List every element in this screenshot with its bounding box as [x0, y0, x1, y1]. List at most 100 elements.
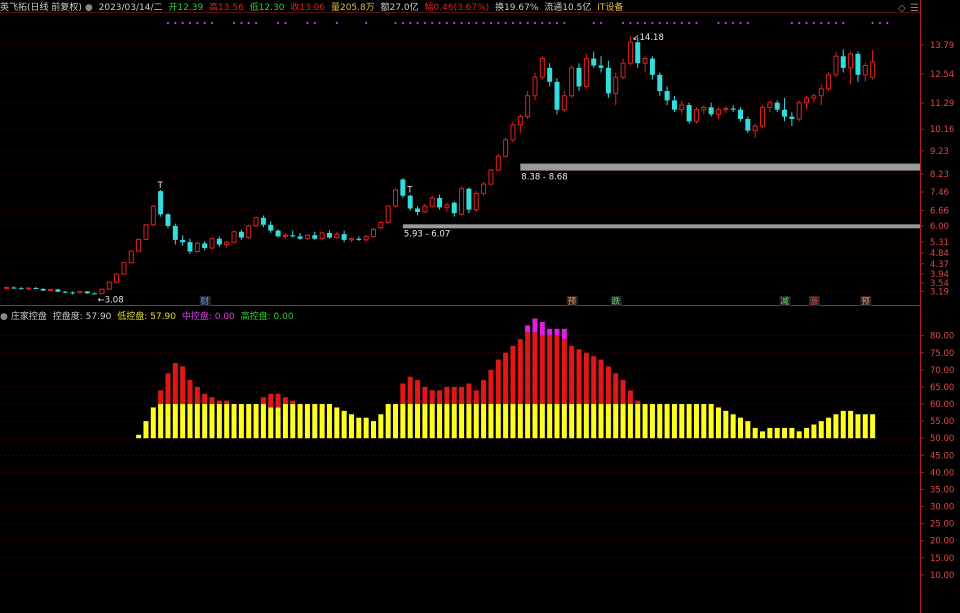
candle-body [730, 108, 736, 110]
price-tick-label: 10.16 [930, 125, 954, 135]
mid-control-bar [202, 393, 208, 405]
signal-dot [519, 21, 522, 25]
candle-body [782, 109, 788, 117]
candle-body [701, 106, 707, 111]
event-marker: 跌 [612, 296, 621, 307]
candle-body [686, 105, 692, 122]
chart-canvas[interactable]: ◇ ☰ 13.79 12.54 11.29 10.16 9.23 8.23 7.46 6.66 6… [0, 0, 960, 613]
low-control-bar [525, 404, 531, 439]
mid-control-bar [591, 356, 597, 405]
low-control-bar [811, 424, 817, 439]
low-control-bar [356, 417, 362, 439]
candle-body [657, 74, 663, 92]
low-control-bar [194, 404, 200, 439]
signal-dot [643, 21, 647, 25]
mid-control-bar [444, 386, 450, 405]
candle-body [70, 292, 76, 294]
low-control-bar [855, 414, 861, 439]
candle-body [451, 202, 457, 214]
low-control-bar [605, 404, 611, 439]
low-control-bar [686, 404, 692, 439]
candle-body [33, 288, 39, 290]
low-control-bar [826, 417, 832, 439]
control-bar-series [136, 318, 876, 439]
signal-dot [688, 21, 691, 25]
indicator-tick-label: 75.00 [930, 349, 954, 359]
event-marker: 减 [781, 296, 790, 307]
mid-control-bar [503, 352, 509, 405]
low-control-bar [429, 404, 435, 439]
candle-body [752, 125, 758, 132]
signal-dot [365, 21, 368, 25]
low-control-bar [290, 404, 296, 439]
signal-dot [798, 21, 801, 25]
signal-dot [636, 21, 639, 25]
signal-dot [563, 21, 566, 25]
low-control-bar [363, 417, 369, 439]
candle-body [583, 58, 589, 87]
low-control-bar [297, 404, 303, 439]
signal-dot [497, 21, 500, 25]
candle-body [92, 293, 98, 295]
candle-body [532, 76, 538, 97]
candle-body [708, 107, 714, 115]
low-control-bar [371, 421, 376, 439]
signal-dot [878, 21, 882, 25]
mid-control-bar [481, 380, 487, 405]
candle-body [238, 231, 244, 238]
price-tick-label: 13.79 [930, 41, 954, 51]
candle-body [371, 228, 376, 237]
price-tick-label: 5.31 [930, 238, 949, 248]
mid-control-bar [429, 390, 435, 405]
candle-body [77, 290, 83, 294]
low-control-bar [407, 404, 413, 439]
price-tick-label: 9.23 [930, 147, 949, 157]
low-control-bar [554, 404, 560, 439]
mid-control-bar [415, 380, 421, 405]
candle-body [150, 205, 156, 226]
support-zones: 5.93 - 6.07 8.38 - 8.68 [402, 163, 920, 240]
mid-control-bar [209, 397, 215, 405]
price-tick-label: 6.00 [930, 222, 949, 232]
low-control-bar [400, 404, 406, 439]
candle-body [393, 189, 399, 207]
candle-body [826, 74, 832, 90]
candle-body [664, 91, 670, 101]
event-marker: 财 [201, 296, 210, 307]
candle-body [136, 238, 142, 252]
candle-body [539, 58, 545, 78]
signal-dot [871, 21, 874, 25]
mid-control-bar [495, 359, 501, 405]
mid-control-bar [554, 335, 560, 405]
candle-body [187, 242, 193, 252]
candle-body [62, 291, 68, 293]
low-control-bar [393, 404, 399, 439]
mid-control-bar [635, 400, 641, 405]
candle-body [158, 191, 164, 215]
mid-control-bar [517, 339, 523, 405]
low-control-bar [547, 404, 553, 439]
low-control-bar [796, 431, 802, 439]
signal-dot [886, 21, 889, 25]
mid-control-bar [194, 386, 200, 405]
low-control-bar [539, 404, 545, 439]
signal-dot [842, 21, 845, 25]
candle-body [466, 188, 472, 210]
candle-body [415, 208, 421, 212]
signal-dot [621, 21, 625, 25]
signal-dot [276, 21, 280, 25]
candle-body [334, 233, 340, 239]
signal-dot [423, 21, 426, 25]
high-control-bar [547, 328, 553, 336]
low-control-bar [231, 404, 237, 439]
signal-dot [409, 21, 412, 25]
signal-dot [188, 21, 192, 25]
mid-control-bar [290, 400, 296, 405]
low-control-bar [180, 404, 186, 439]
mid-control-bar [525, 332, 531, 405]
low-control-bar [481, 404, 487, 439]
mid-control-bar [282, 397, 288, 405]
candle-body [268, 224, 274, 231]
signal-dot [533, 21, 537, 25]
low-control-bar [576, 404, 582, 439]
